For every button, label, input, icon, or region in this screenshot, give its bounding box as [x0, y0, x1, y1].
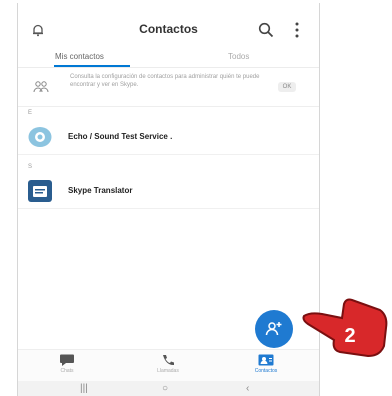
banner-dismiss-button[interactable]: OK	[278, 82, 296, 92]
echo-avatar-icon	[28, 127, 52, 147]
nav-calls[interactable]: Llamadas	[138, 354, 198, 374]
system-navigation-bar: ||| ○ ‹	[18, 381, 319, 396]
section-header-s: S	[28, 164, 33, 170]
pointing-hand-annotation: 2	[302, 298, 388, 358]
active-tab-indicator	[54, 65, 130, 67]
annotation-step-number: 2	[344, 325, 355, 347]
chat-icon	[60, 354, 74, 366]
contacts-tabs: Mis contactos Todos	[18, 47, 319, 68]
nav-contacts-label: Contactos	[254, 368, 278, 374]
add-person-icon	[265, 322, 282, 336]
app-bar: Contactos	[18, 3, 319, 47]
contacts-icon	[258, 354, 274, 366]
recent-apps-icon[interactable]: |||	[80, 383, 88, 394]
phone-screen: Contactos Mis contactos Todos Consulta l…	[17, 3, 320, 396]
more-options-icon[interactable]	[294, 21, 300, 39]
contact-row-skype-translator[interactable]: Skype Translator	[18, 174, 319, 209]
nav-calls-label: Llamadas	[157, 368, 179, 374]
banner-text: Consulta la configuración de contactos p…	[70, 74, 260, 88]
back-icon[interactable]: ‹	[246, 383, 249, 394]
nav-chats[interactable]: Chats	[37, 354, 97, 374]
translator-avatar-icon	[28, 180, 52, 202]
bottom-navigation: Chats Llamadas Contactos	[18, 349, 319, 382]
contact-name: Echo / Sound Test Service .	[68, 132, 173, 141]
section-header-e: E	[28, 110, 33, 116]
phone-icon	[163, 355, 174, 366]
nav-chats-label: Chats	[60, 368, 74, 374]
privacy-settings-banner[interactable]: Consulta la configuración de contactos p…	[18, 68, 319, 107]
contact-name: Skype Translator	[68, 186, 133, 195]
nav-contacts[interactable]: Contactos	[236, 354, 296, 374]
tab-my-contacts[interactable]: Mis contactos	[55, 52, 104, 61]
add-contact-button[interactable]	[255, 310, 293, 348]
contact-row-echo[interactable]: Echo / Sound Test Service .	[18, 120, 319, 155]
home-icon[interactable]: ○	[162, 383, 168, 394]
tab-all[interactable]: Todos	[228, 52, 249, 61]
search-icon[interactable]	[258, 22, 274, 38]
contacts-settings-icon	[33, 81, 49, 93]
